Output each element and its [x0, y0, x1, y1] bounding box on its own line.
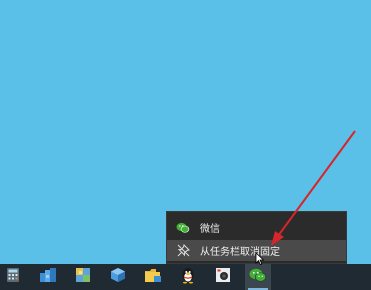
mouse-cursor-icon [255, 252, 265, 266]
taskbar-app-camera[interactable] [210, 264, 236, 290]
jump-list-item-wechat[interactable]: 微信 [167, 217, 346, 238]
taskbar-app-wechat[interactable] [245, 264, 271, 290]
unpin-icon [176, 244, 190, 258]
unpin-label: 从任务栏取消固定 [200, 247, 280, 258]
taskbar-app-blue-cube[interactable] [105, 264, 131, 290]
wechat-icon [176, 221, 190, 235]
taskbar-app-qq[interactable] [175, 264, 201, 290]
app-yellow-grid-icon [75, 267, 91, 287]
app-blue-cube-icon [110, 267, 126, 287]
app-blue-blocks-icon [39, 267, 57, 287]
jump-list-item-label: 微信 [200, 224, 220, 235]
taskbar-app-file-explorer[interactable] [140, 264, 166, 290]
taskbar-app-calculator[interactable] [0, 264, 26, 290]
camera-app-icon [215, 267, 231, 287]
taskbar-app-blue-blocks[interactable] [35, 264, 61, 290]
calculator-icon [5, 267, 21, 287]
taskbar-app-yellow-grid[interactable] [70, 264, 96, 290]
wechat-icon [249, 268, 267, 287]
taskbar [0, 264, 371, 290]
desktop-background: 微信 从任务栏取消固定 [0, 0, 371, 290]
file-explorer-icon [144, 268, 162, 287]
qq-penguin-icon [181, 267, 195, 288]
